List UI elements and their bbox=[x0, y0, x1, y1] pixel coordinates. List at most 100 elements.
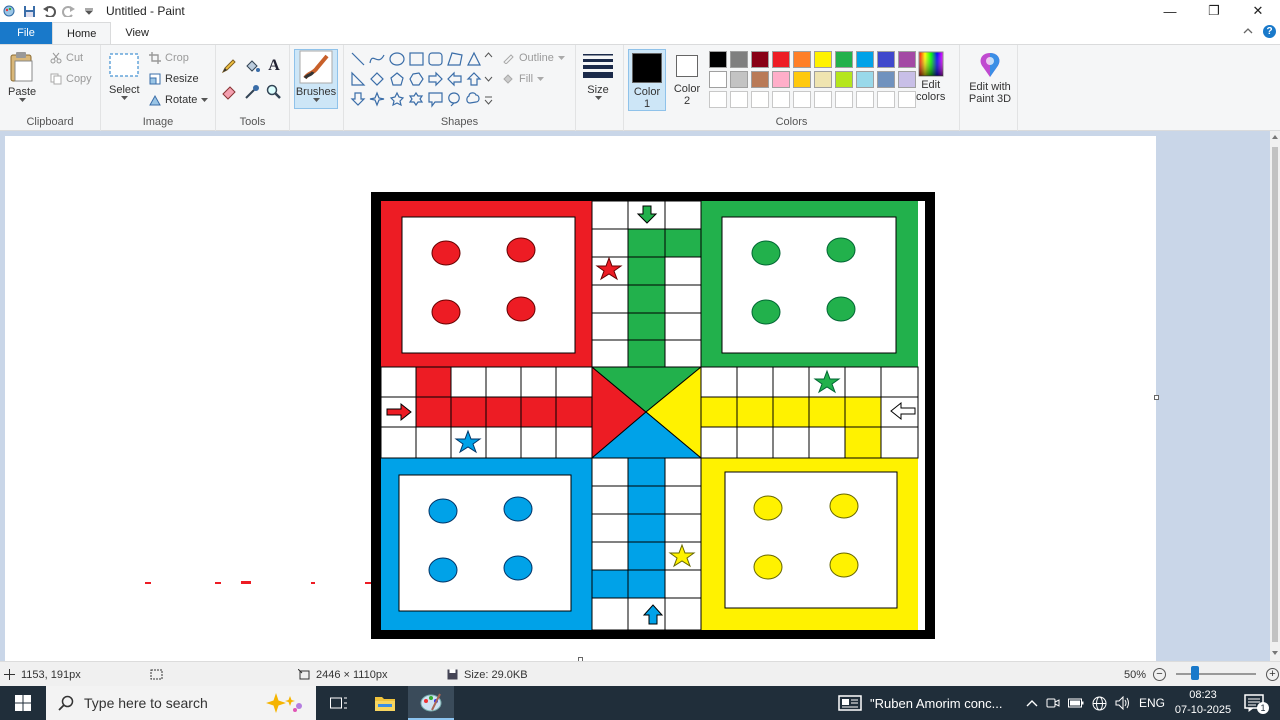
color1-button[interactable]: Color 1 bbox=[628, 49, 666, 111]
fill-button[interactable]: Fill bbox=[502, 73, 545, 85]
palette-swatch[interactable] bbox=[835, 51, 853, 68]
arrow-right-shape-icon bbox=[428, 71, 443, 87]
ribbon: Paste Cut Copy Clipboard Select Crop Res… bbox=[0, 44, 1280, 131]
language-indicator[interactable]: ENG bbox=[1139, 696, 1165, 710]
copilot-sparkle-icon[interactable] bbox=[266, 692, 306, 714]
rotate-button[interactable]: Rotate bbox=[149, 94, 209, 106]
palette-swatch[interactable] bbox=[856, 51, 874, 68]
taskbar-search-box[interactable]: Type here to search bbox=[46, 686, 316, 720]
resize-button[interactable]: Resize bbox=[149, 73, 199, 85]
chevron-up-icon[interactable] bbox=[1026, 699, 1038, 707]
color-picker-icon[interactable] bbox=[243, 83, 261, 101]
restore-button[interactable]: ❐ bbox=[1192, 0, 1236, 22]
drawing-canvas[interactable] bbox=[5, 136, 1159, 661]
palette-swatch[interactable] bbox=[835, 71, 853, 88]
custom-color-slot[interactable] bbox=[877, 91, 895, 108]
arrow-up-shape-icon bbox=[466, 72, 482, 86]
scroll-up-icon[interactable] bbox=[1271, 133, 1279, 141]
tools-group: A Tools bbox=[216, 45, 290, 131]
redo-icon[interactable] bbox=[62, 4, 76, 18]
palette-swatch[interactable] bbox=[709, 71, 727, 88]
palette-swatch[interactable] bbox=[898, 71, 916, 88]
palette-swatch[interactable] bbox=[793, 71, 811, 88]
zoom-slider-thumb[interactable] bbox=[1191, 666, 1199, 680]
copy-button[interactable]: Copy bbox=[50, 73, 92, 85]
close-button[interactable]: ✕ bbox=[1236, 0, 1280, 22]
tab-view[interactable]: View bbox=[111, 22, 163, 44]
file-explorer-taskbar-button[interactable] bbox=[362, 686, 408, 720]
pencil-icon[interactable] bbox=[220, 57, 238, 75]
text-tool-icon[interactable]: A bbox=[265, 57, 283, 75]
edit-with-paint3d-button[interactable]: Edit with Paint 3D bbox=[964, 51, 1016, 105]
canvas-workspace[interactable] bbox=[0, 131, 1270, 661]
palette-swatch[interactable] bbox=[772, 71, 790, 88]
tab-file[interactable]: File bbox=[0, 22, 52, 44]
save-icon[interactable] bbox=[22, 4, 36, 18]
palette-swatch[interactable] bbox=[814, 51, 832, 68]
edit-colors-button[interactable]: Edit colors bbox=[916, 51, 945, 103]
custom-color-slot[interactable] bbox=[793, 91, 811, 108]
cut-button[interactable]: Cut bbox=[50, 52, 83, 64]
ribbon-tabs: File Home View ? bbox=[0, 22, 1280, 44]
battery-icon[interactable] bbox=[1068, 698, 1084, 708]
custom-color-slot[interactable] bbox=[772, 91, 790, 108]
undo-icon[interactable] bbox=[42, 4, 56, 18]
palette-swatch[interactable] bbox=[856, 71, 874, 88]
palette-swatch[interactable] bbox=[877, 51, 895, 68]
select-button[interactable]: Select bbox=[109, 53, 140, 100]
color2-button[interactable]: Color 2 bbox=[670, 49, 704, 111]
fill-bucket-icon[interactable] bbox=[243, 57, 261, 75]
zoom-in-button[interactable]: + bbox=[1266, 662, 1279, 687]
help-icon[interactable]: ? bbox=[1263, 25, 1276, 38]
tab-home[interactable]: Home bbox=[52, 22, 112, 44]
custom-color-slot[interactable] bbox=[730, 91, 748, 108]
custom-color-slot[interactable] bbox=[814, 91, 832, 108]
task-view-button[interactable] bbox=[316, 686, 362, 720]
vertical-scrollbar[interactable] bbox=[1270, 131, 1280, 661]
palette-swatch[interactable] bbox=[898, 51, 916, 68]
magnifier-icon[interactable] bbox=[265, 83, 283, 101]
palette-swatch[interactable] bbox=[709, 51, 727, 68]
custom-color-slot[interactable] bbox=[709, 91, 727, 108]
network-globe-icon[interactable] bbox=[1092, 696, 1107, 711]
outline-button[interactable]: Outline bbox=[502, 52, 565, 64]
custom-color-slot[interactable] bbox=[835, 91, 853, 108]
news-widget[interactable]: "Ruben Amorim conc... bbox=[838, 686, 1003, 720]
shapes-scroll-icon[interactable] bbox=[484, 51, 493, 107]
volume-icon[interactable] bbox=[1115, 696, 1131, 710]
palette-swatch[interactable] bbox=[793, 51, 811, 68]
palette-swatch[interactable] bbox=[772, 51, 790, 68]
custom-color-slot[interactable] bbox=[856, 91, 874, 108]
file-size: Size: 29.0KB bbox=[447, 662, 528, 687]
custom-color-slot[interactable] bbox=[898, 91, 916, 108]
crop-button[interactable]: Crop bbox=[149, 52, 189, 64]
palette-swatch[interactable] bbox=[814, 71, 832, 88]
custom-color-slot[interactable] bbox=[751, 91, 769, 108]
palette-swatch[interactable] bbox=[730, 71, 748, 88]
shapes-gallery[interactable] bbox=[350, 51, 496, 109]
palette-swatch[interactable] bbox=[751, 51, 769, 68]
collapse-ribbon-icon[interactable] bbox=[1243, 26, 1253, 38]
clock[interactable]: 08:23 07-10-2025 bbox=[1170, 686, 1236, 720]
notifications-button[interactable]: 1 bbox=[1244, 686, 1269, 720]
eraser-icon[interactable] bbox=[220, 83, 238, 101]
canvas-resize-handle-right[interactable] bbox=[1154, 395, 1159, 400]
zoom-slider-track[interactable] bbox=[1176, 673, 1256, 675]
zoom-out-button[interactable]: − bbox=[1153, 662, 1166, 687]
selection-size bbox=[150, 662, 163, 687]
meet-now-icon[interactable] bbox=[1046, 696, 1060, 710]
start-button[interactable] bbox=[0, 686, 46, 720]
palette-swatch[interactable] bbox=[751, 71, 769, 88]
brushes-button[interactable]: Brushes bbox=[294, 49, 338, 109]
minimize-button[interactable]: — bbox=[1148, 0, 1192, 22]
paint-taskbar-button[interactable] bbox=[408, 686, 454, 720]
palette-swatch[interactable] bbox=[730, 51, 748, 68]
size-button[interactable]: Size bbox=[582, 53, 614, 100]
customize-quick-access-icon[interactable] bbox=[82, 4, 96, 18]
right-triangle-shape-icon bbox=[351, 71, 366, 86]
vertical-scroll-thumb[interactable] bbox=[1272, 147, 1278, 642]
scroll-down-icon[interactable] bbox=[1271, 649, 1279, 657]
paint-app-icon[interactable] bbox=[2, 4, 16, 18]
palette-swatch[interactable] bbox=[877, 71, 895, 88]
paste-button[interactable]: Paste bbox=[8, 51, 36, 102]
